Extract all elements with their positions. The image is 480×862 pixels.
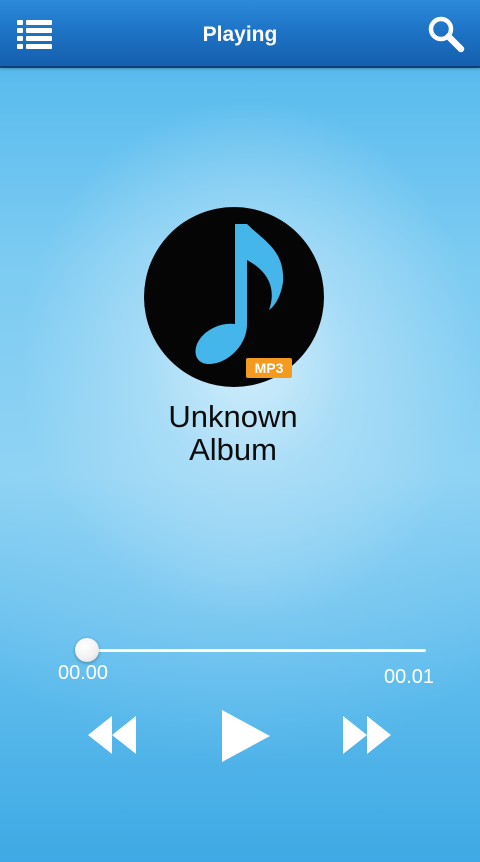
fast-forward-icon — [343, 716, 391, 754]
album-title: Unknown Album — [90, 400, 376, 466]
elapsed-time: 00.00 — [58, 662, 109, 684]
seek-thumb[interactable] — [75, 638, 99, 662]
menu-button[interactable] — [14, 16, 56, 52]
player-screen: Playing MP3 Unknown Album 00.00 00.01 — [0, 0, 480, 862]
previous-button[interactable] — [86, 712, 138, 758]
total-time: 00.01 — [384, 666, 435, 688]
search-button[interactable] — [426, 14, 466, 54]
list-menu-icon — [17, 20, 52, 49]
mp3-badge: MP3 — [246, 358, 292, 378]
next-button[interactable] — [341, 712, 393, 758]
album-art: MP3 — [143, 206, 325, 388]
top-bar: Playing — [0, 0, 480, 68]
search-icon — [428, 16, 465, 53]
album-title-line-1: Unknown — [168, 399, 298, 434]
play-icon — [222, 710, 270, 762]
mp3-badge-label: MP3 — [255, 360, 284, 376]
play-button[interactable] — [218, 708, 272, 764]
album-title-line-2: Album — [189, 432, 277, 467]
rewind-icon — [88, 716, 136, 754]
seek-track[interactable] — [86, 649, 426, 652]
seek-bar[interactable] — [64, 636, 426, 666]
page-title: Playing — [202, 23, 278, 46]
